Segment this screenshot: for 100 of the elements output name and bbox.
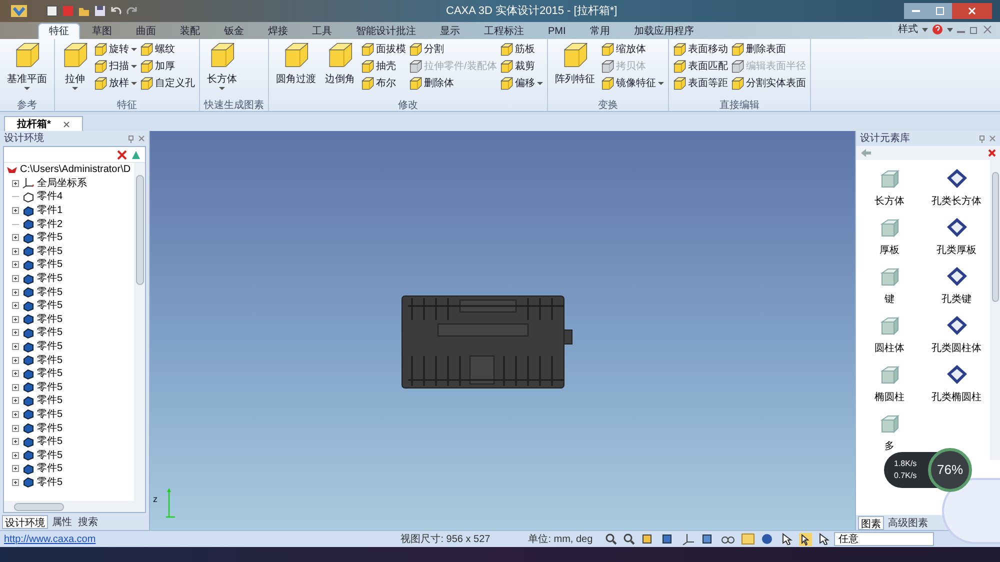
close-icon[interactable] — [138, 135, 145, 142]
ribbon-button[interactable]: 基准平面 — [4, 42, 50, 90]
ribbon-button[interactable]: 旋转 — [94, 42, 137, 57]
ribbon-button[interactable]: 表面匹配 — [672, 59, 728, 74]
ribbon-button[interactable]: 阵列特征 — [552, 42, 598, 87]
filter-dropdown[interactable]: 任意 — [834, 532, 934, 546]
ribbon-button[interactable]: 拉伸 — [59, 42, 91, 90]
tree-item[interactable]: 零件5 — [37, 406, 63, 422]
ribbon-button[interactable]: 分割实体表面 — [730, 76, 806, 91]
expand-icon[interactable] — [12, 424, 19, 432]
tree-item[interactable]: 零件4 — [37, 189, 63, 204]
tree-item[interactable]: 零件5 — [37, 420, 63, 436]
ribbon-tab[interactable]: 加载应用程序 — [622, 23, 706, 39]
document-tab[interactable]: 拉杆箱* — [4, 116, 83, 131]
cube-icon[interactable] — [94, 43, 107, 56]
expand-icon[interactable] — [12, 465, 19, 472]
cube-icon[interactable] — [140, 77, 153, 90]
cursor-icon[interactable] — [780, 533, 793, 545]
cube-icon[interactable] — [62, 42, 88, 68]
tree-item[interactable]: 零件5 — [37, 284, 63, 300]
tree-item[interactable]: 零件5 — [37, 380, 63, 395]
tree-item[interactable]: 全局坐标系 — [37, 176, 87, 191]
library-item[interactable]: 椭圆柱 — [856, 364, 923, 405]
ribbon-tab[interactable]: 常用 — [578, 23, 622, 39]
cube-icon[interactable] — [140, 60, 153, 73]
cube-icon[interactable] — [327, 42, 353, 68]
tree-item[interactable]: 零件5 — [37, 257, 63, 272]
ribbon-button[interactable]: 抽壳 — [361, 59, 406, 74]
website-link[interactable]: http://www.caxa.com — [4, 532, 96, 546]
tree-item[interactable]: 零件5 — [37, 448, 63, 463]
caret-icon[interactable] — [922, 28, 928, 32]
library-item[interactable]: 多 — [856, 413, 923, 454]
close-button[interactable] — [952, 3, 992, 19]
save-icon[interactable] — [94, 5, 106, 17]
cursor-icon[interactable] — [798, 532, 812, 546]
expand-icon[interactable] — [12, 329, 19, 336]
ribbon-tab[interactable]: 焊接 — [256, 23, 300, 39]
ribbon-tab[interactable]: 智能设计批注 — [344, 23, 428, 39]
ribbon-tab[interactable]: 特征 — [38, 23, 80, 39]
tree-item[interactable]: C:\Users\Administrator\D — [20, 163, 131, 178]
ribbon-tab[interactable]: 工具 — [300, 23, 344, 39]
axes-icon[interactable] — [680, 533, 695, 545]
library-item[interactable]: 孔类圆柱体 — [923, 315, 990, 356]
expand-icon[interactable] — [12, 478, 19, 486]
style-menu[interactable]: 样式 — [898, 22, 918, 37]
tree-item[interactable]: 零件5 — [37, 230, 63, 246]
expand-icon[interactable] — [12, 438, 19, 446]
ribbon-button[interactable]: 镜像特征 — [600, 76, 664, 91]
tree-item[interactable]: 零件5 — [37, 352, 63, 368]
ribbon-tab[interactable]: 工程标注 — [472, 23, 536, 39]
expand-icon[interactable] — [12, 302, 19, 310]
expand-icon[interactable] — [12, 370, 19, 378]
3d-viewport[interactable]: z — [150, 131, 855, 530]
cube-icon[interactable] — [672, 77, 686, 90]
caret-icon[interactable] — [947, 28, 953, 32]
ribbon-button[interactable]: 加厚 — [140, 59, 195, 74]
library-item[interactable]: 键 — [856, 266, 923, 307]
cube-icon[interactable] — [409, 77, 422, 90]
cube-icon[interactable] — [140, 43, 153, 56]
tree-item[interactable]: 零件5 — [37, 298, 63, 314]
ribbon-tab[interactable]: 草图 — [80, 23, 124, 39]
library-item[interactable]: 孔类椭圆柱 — [923, 364, 990, 405]
tree-item[interactable]: 零件5 — [37, 325, 63, 340]
cube-icon[interactable] — [94, 77, 107, 90]
ribbon-tab[interactable]: 钣金 — [212, 23, 256, 39]
open-folder-icon[interactable] — [78, 5, 90, 17]
tree-item[interactable]: 零件1 — [37, 203, 63, 218]
expand-icon[interactable] — [12, 261, 19, 268]
horizontal-scrollbar[interactable] — [4, 501, 145, 512]
filter-icon[interactable] — [131, 150, 141, 160]
sphere-icon[interactable] — [760, 533, 775, 545]
close-icon[interactable] — [989, 135, 996, 142]
ribbon-button[interactable]: 偏移 — [500, 76, 543, 91]
library-item[interactable]: 孔类长方体 — [923, 168, 990, 209]
panel-tab[interactable]: 高级图素 — [886, 516, 930, 530]
redo-icon[interactable] — [126, 5, 138, 17]
close-icon[interactable] — [983, 25, 992, 34]
expand-icon[interactable] — [12, 180, 19, 187]
cube-icon[interactable] — [562, 42, 588, 68]
library-item[interactable]: 厚板 — [856, 217, 923, 258]
ribbon-button[interactable]: 长方体 — [204, 42, 240, 90]
ribbon-button[interactable]: 螺纹 — [140, 42, 195, 57]
expand-icon[interactable] — [12, 410, 19, 418]
cube-icon[interactable] — [361, 77, 374, 90]
close-icon[interactable] — [62, 120, 70, 128]
cube-icon[interactable] — [672, 60, 686, 73]
expand-icon[interactable] — [12, 316, 19, 323]
ribbon-tab[interactable]: 显示 — [428, 23, 472, 39]
expand-icon[interactable] — [12, 234, 19, 242]
new-file-icon[interactable] — [46, 5, 58, 17]
cube-icon[interactable] — [361, 60, 374, 73]
cube-icon[interactable] — [600, 77, 614, 90]
scrollbar[interactable] — [990, 160, 1000, 460]
ribbon-button[interactable]: 扫描 — [94, 59, 137, 74]
pin-icon[interactable] — [979, 134, 985, 142]
ribbon-button[interactable]: 删除表面 — [730, 42, 806, 57]
panel-tab[interactable]: 搜索 — [76, 514, 100, 528]
expand-icon[interactable] — [12, 207, 19, 214]
expand-icon[interactable] — [12, 288, 19, 296]
cursor-icon[interactable] — [818, 533, 830, 545]
